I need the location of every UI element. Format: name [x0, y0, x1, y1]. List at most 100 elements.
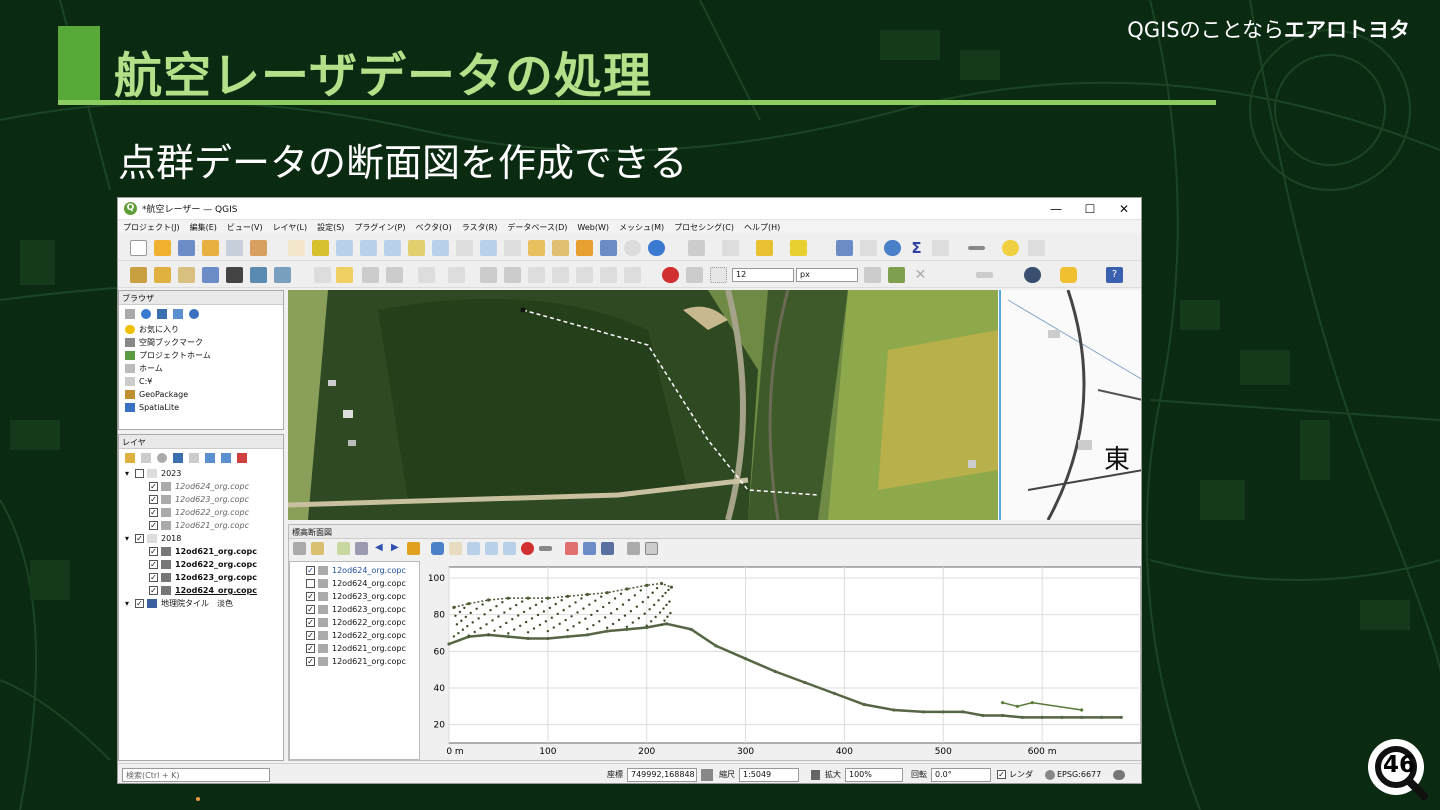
filter-icon[interactable] — [157, 309, 167, 319]
capture-curve-icon[interactable] — [293, 542, 306, 555]
digitize-shape-icon[interactable] — [448, 267, 465, 283]
layer-checkbox[interactable]: ✓ — [306, 618, 315, 627]
zoom-layer-icon[interactable] — [432, 240, 449, 256]
modify-attributes-icon[interactable] — [480, 267, 497, 283]
layer-checkbox[interactable]: ✓ — [149, 573, 158, 582]
layer-checkbox[interactable]: ✓ — [149, 547, 158, 556]
identify-icon[interactable] — [836, 240, 853, 256]
lock-icon[interactable] — [811, 769, 820, 780]
style-manager-icon[interactable] — [250, 240, 267, 256]
new-3d-view-icon[interactable] — [552, 240, 569, 256]
crs-label[interactable]: EPSG:6677 — [1057, 770, 1101, 779]
open-folder-icon[interactable] — [154, 240, 171, 256]
messages-icon[interactable] — [1113, 769, 1126, 780]
next-arrow-icon[interactable]: ▶ — [391, 542, 401, 555]
zoom-selection-icon[interactable] — [408, 240, 425, 256]
elevation-profile-chart[interactable]: 0 m 100 200 300 400 500 600 m 20 40 60 80 100 — [423, 561, 1141, 760]
dock-icon[interactable] — [645, 542, 658, 555]
visibility-eye-icon[interactable] — [157, 453, 167, 463]
toggle-editing-pencil-icon[interactable] — [336, 267, 353, 283]
layer-checkbox[interactable]: ✓ — [149, 508, 158, 517]
menu-plugins[interactable]: プラグイン(P) — [354, 222, 405, 233]
label-toolbar-icon[interactable] — [976, 272, 993, 278]
profile-layer-row[interactable]: ✓ 12od622_org.copc — [306, 629, 419, 642]
locator-search-input[interactable]: 検索(Ctrl + K) — [122, 767, 270, 782]
properties-icon[interactable] — [189, 309, 199, 319]
collapse-arrow-icon[interactable]: ▾ — [125, 599, 135, 608]
topological-editing-icon[interactable] — [864, 267, 881, 283]
select-by-value-icon[interactable] — [722, 240, 739, 256]
zoom-x-icon[interactable] — [467, 542, 480, 555]
layer-row[interactable]: ✓ 12od624_org.copc — [125, 480, 283, 493]
delete-selected-icon[interactable] — [504, 267, 521, 283]
layer-checkbox[interactable] — [135, 469, 144, 478]
profile-layer-row[interactable]: 12od624_org.copc — [306, 577, 419, 590]
profile-layer-row[interactable]: ✓ 12od623_org.copc — [306, 603, 419, 616]
menu-database[interactable]: データベース(D) — [507, 222, 567, 233]
capture-layer-icon[interactable] — [311, 542, 324, 555]
zoom-in-icon[interactable] — [336, 240, 353, 256]
map-canvas[interactable]: 東 — [288, 290, 1142, 520]
add-selected-icon[interactable] — [125, 309, 135, 319]
menu-settings[interactable]: 設定(S) — [317, 222, 344, 233]
zoom-out-icon[interactable] — [360, 240, 377, 256]
save-icon[interactable] — [178, 240, 195, 256]
collapse-all-icon[interactable] — [221, 453, 231, 463]
layer-checkbox[interactable]: ✓ — [135, 599, 144, 608]
expand-all-icon[interactable] — [205, 453, 215, 463]
clear-icon[interactable] — [407, 542, 420, 555]
layer-row[interactable]: ✓ 12od623_org.copc — [125, 493, 283, 506]
layer-checkbox[interactable]: ✓ — [306, 592, 315, 601]
zoom-icon[interactable] — [485, 542, 498, 555]
add-layer-icon[interactable] — [154, 267, 171, 283]
snapping-mode-icon[interactable] — [686, 267, 703, 283]
zoom-native-icon[interactable] — [456, 240, 473, 256]
self-snapping-icon[interactable] — [888, 267, 905, 283]
scale-select[interactable]: 1:5049 — [739, 767, 799, 782]
filter-legend-icon[interactable] — [189, 453, 199, 463]
temporal-controller-icon[interactable] — [624, 240, 641, 256]
profile-layer-row[interactable]: ✓ 12od623_org.copc — [306, 590, 419, 603]
save-as-icon[interactable] — [202, 240, 219, 256]
undo-icon[interactable] — [600, 267, 617, 283]
rotation-field[interactable]: 0.0° — [931, 767, 991, 782]
menu-raster[interactable]: ラスタ(R) — [462, 222, 498, 233]
show-bookmarks-icon[interactable] — [600, 240, 617, 256]
collapse-arrow-icon[interactable]: ▾ — [125, 469, 135, 478]
pan-hand-icon[interactable] — [288, 240, 305, 256]
layer-checkbox[interactable]: ✓ — [306, 631, 315, 640]
field-calculator-icon[interactable] — [932, 240, 949, 256]
refresh-icon[interactable] — [141, 309, 151, 319]
layer-group-row[interactable]: ▾ 2023 — [125, 467, 283, 480]
layer-checkbox[interactable]: ✓ — [306, 644, 315, 653]
new-print-layout-icon[interactable] — [226, 240, 243, 256]
select-location-icon[interactable] — [790, 240, 807, 256]
nudge-icon[interactable] — [337, 542, 350, 555]
new-map-view-icon[interactable] — [528, 240, 545, 256]
maximize-button[interactable]: ☐ — [1073, 202, 1107, 216]
browser-item[interactable]: プロジェクトホーム — [125, 349, 283, 362]
toggle-extents-icon[interactable] — [701, 768, 713, 781]
export-pdf-icon[interactable] — [565, 542, 578, 555]
layer-checkbox[interactable]: ✓ — [149, 495, 158, 504]
layer-checkbox[interactable]: ✓ — [149, 586, 158, 595]
copy-icon[interactable] — [552, 267, 569, 283]
layer-row[interactable]: ✓ 12od622_org.copc — [125, 506, 283, 519]
snapping-magnet-icon[interactable] — [662, 267, 679, 283]
layer-row[interactable]: ✓ 12od621_org.copc — [125, 545, 283, 558]
refresh-icon[interactable] — [648, 240, 665, 256]
zoom-full-icon[interactable] — [384, 240, 401, 256]
processing-gear-icon[interactable] — [884, 240, 901, 256]
collapse-arrow-icon[interactable]: ▾ — [125, 534, 135, 543]
layer-checkbox[interactable]: ✓ — [306, 657, 315, 666]
minimize-button[interactable]: — — [1039, 202, 1073, 216]
bookmark-icon[interactable] — [576, 240, 593, 256]
export-data-icon[interactable] — [601, 542, 614, 555]
annotation-icon[interactable] — [1002, 240, 1019, 256]
menu-help[interactable]: ヘルプ(H) — [744, 222, 780, 233]
paste-icon[interactable] — [576, 267, 593, 283]
plugin-globe-icon[interactable] — [1024, 267, 1041, 283]
current-edits-icon[interactable] — [314, 267, 331, 283]
menu-mesh[interactable]: メッシュ(M) — [619, 222, 664, 233]
deselect-icon[interactable] — [756, 240, 773, 256]
